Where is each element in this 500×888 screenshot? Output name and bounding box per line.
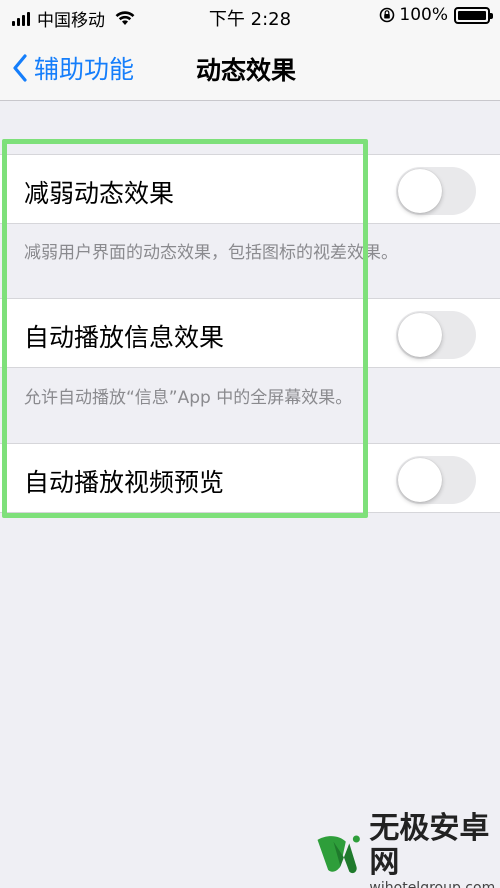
auto-play-video-previews-toggle[interactable] xyxy=(396,456,476,504)
watermark-text: 无极安卓网 wjhotelgroup.com xyxy=(369,812,500,888)
setting-row-reduce-motion: 减弱动态效果 xyxy=(0,154,500,224)
watermark-logo-icon xyxy=(317,835,360,874)
watermark: 无极安卓网 wjhotelgroup.com xyxy=(314,812,500,888)
setting-label: 自动播放信息效果 xyxy=(24,323,225,352)
setting-row-auto-play-video-previews: 自动播放视频预览 xyxy=(0,443,500,513)
navigation-bar: 辅助功能 动态效果 xyxy=(0,34,500,101)
setting-footer: 允许自动播放“信息”App 中的全屏幕效果。 xyxy=(24,388,353,408)
setting-footer: 减弱用户界面的动态效果，包括图标的视差效果。 xyxy=(24,243,398,263)
rotation-lock-icon xyxy=(380,7,395,23)
status-bar: 中国移动 下午 2:28 100% xyxy=(0,0,500,34)
toggle-knob xyxy=(398,458,442,502)
page-title: 动态效果 xyxy=(196,56,297,85)
chevron-left-icon xyxy=(13,54,27,82)
toggle-knob xyxy=(398,313,442,357)
back-button[interactable]: 辅助功能 xyxy=(12,50,134,86)
reduce-motion-toggle[interactable] xyxy=(396,167,476,215)
watermark-title: 无极安卓网 xyxy=(369,811,490,880)
watermark-url: wjhotelgroup.com xyxy=(369,880,496,888)
back-label: 辅助功能 xyxy=(34,55,135,84)
auto-play-message-effects-toggle[interactable] xyxy=(396,311,476,359)
setting-row-auto-play-message-effects: 自动播放信息效果 xyxy=(0,298,500,368)
setting-label: 减弱动态效果 xyxy=(24,179,175,208)
status-right: 100% xyxy=(379,5,493,25)
setting-label: 自动播放视频预览 xyxy=(24,468,225,497)
toggle-knob xyxy=(398,169,442,213)
battery-icon xyxy=(454,6,493,24)
battery-percent: 100% xyxy=(399,5,448,25)
